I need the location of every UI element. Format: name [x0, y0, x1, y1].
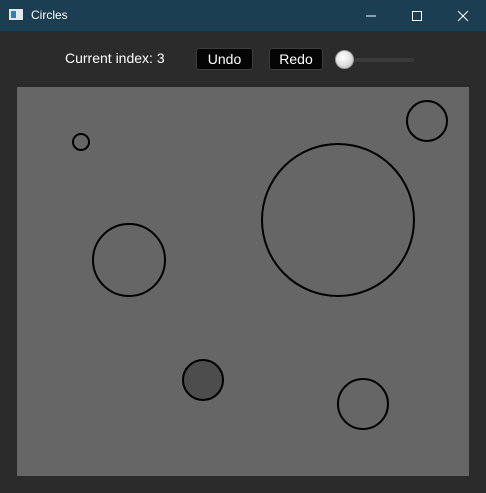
circles-svg [72, 100, 448, 430]
redo-button[interactable]: Redo [269, 48, 323, 70]
window-title: Circles [31, 8, 68, 22]
circle[interactable] [261, 143, 415, 297]
drawing-canvas[interactable] [17, 87, 469, 476]
close-button[interactable] [440, 0, 486, 31]
circle[interactable] [406, 100, 448, 142]
circle[interactable] [72, 133, 90, 151]
maximize-button[interactable] [394, 0, 440, 31]
history-slider-handle[interactable] [335, 50, 354, 69]
app-icon [9, 9, 23, 20]
undo-button[interactable]: Undo [196, 48, 253, 70]
app-window: Circles Current index: 3 Undo Redo [0, 0, 486, 493]
maximize-icon [412, 10, 422, 21]
minimize-icon [366, 15, 376, 16]
title-bar[interactable]: Circles [0, 0, 486, 31]
toolbar: Current index: 3 Undo Redo [0, 31, 486, 85]
minimize-button[interactable] [348, 0, 394, 31]
close-icon [457, 10, 469, 21]
current-index-label: Current index: 3 [65, 50, 165, 66]
circle[interactable] [92, 223, 166, 297]
circle[interactable] [337, 378, 389, 430]
circle-selected[interactable] [182, 359, 224, 401]
